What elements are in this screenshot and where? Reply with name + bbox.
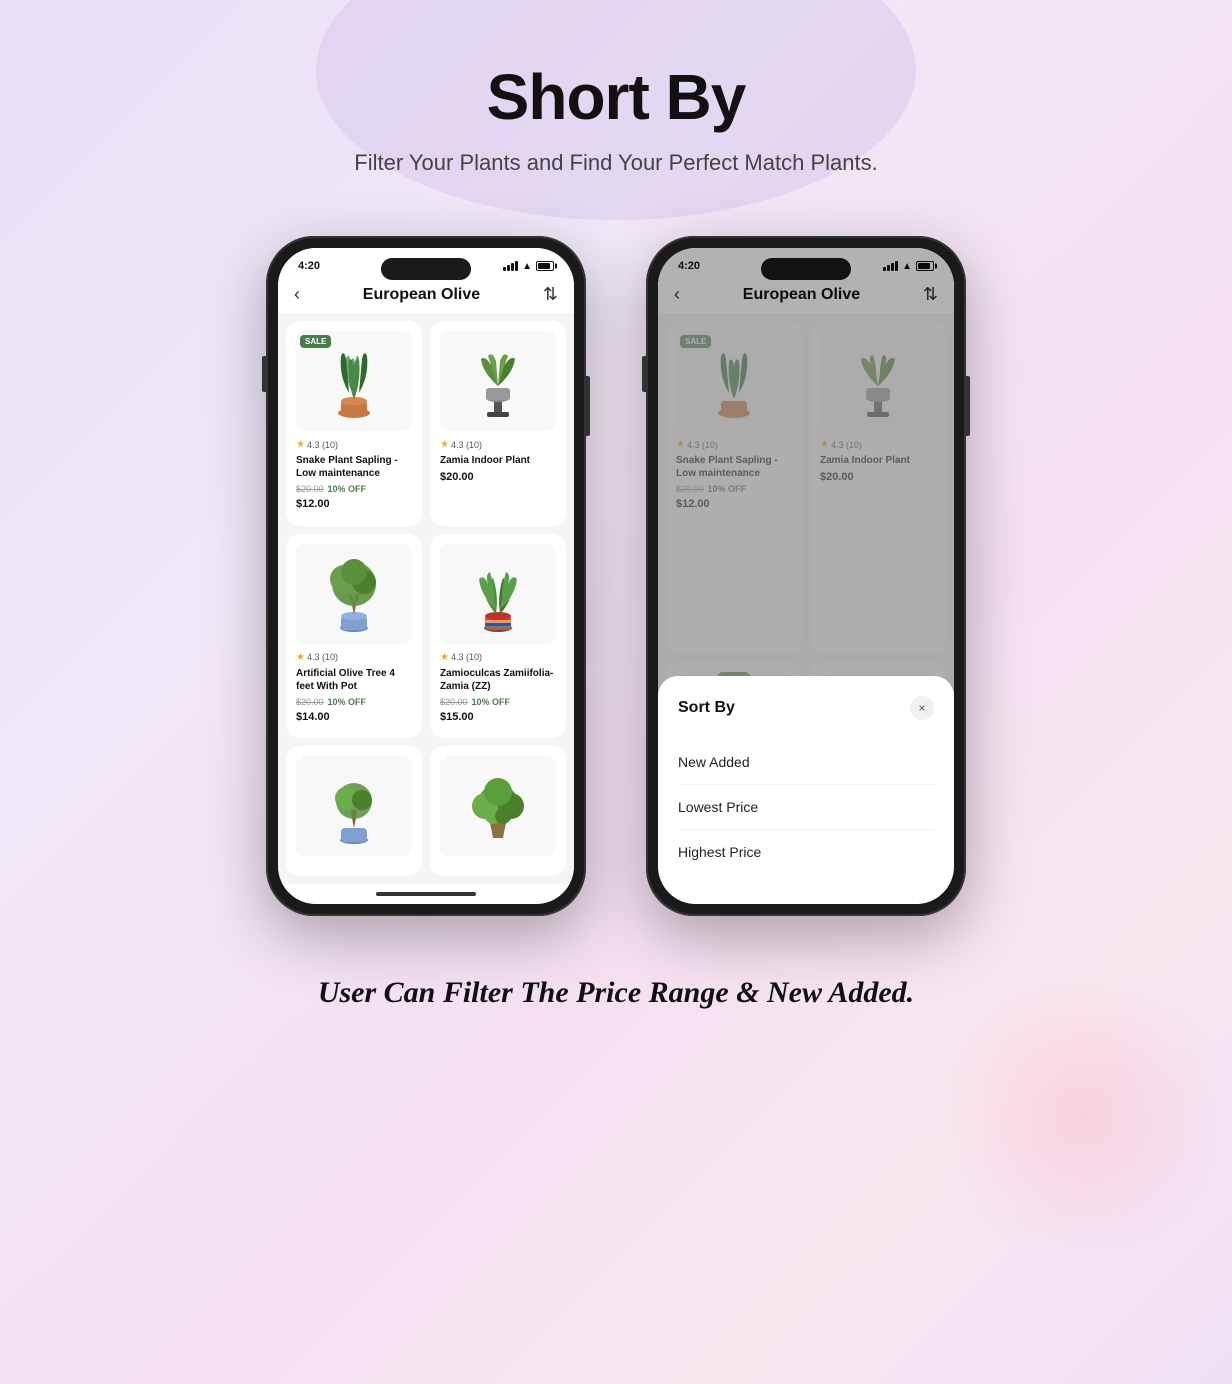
dynamic-island-left xyxy=(381,258,471,280)
discount-badge-3: 10% OFF xyxy=(328,697,367,707)
nav-title-left: European Olive xyxy=(363,286,480,304)
product-image-3 xyxy=(296,544,412,644)
plant-zz-svg xyxy=(463,554,533,634)
plant-zamia-svg xyxy=(463,341,533,421)
current-price-4: $15.00 xyxy=(440,711,556,723)
discount-badge-1: 10% OFF xyxy=(328,484,367,494)
original-price-3: $20.00 xyxy=(296,697,324,707)
product-image-4 xyxy=(440,544,556,644)
product-image-2 xyxy=(440,331,556,431)
sale-badge-1: SALE xyxy=(300,335,331,348)
sort-modal: Sort By × New Added Lowest Price Highest… xyxy=(658,676,954,904)
plant-snake-svg xyxy=(319,341,389,421)
product-image-6 xyxy=(440,756,556,856)
phone-right: 4:20 ▲ xyxy=(646,236,966,916)
original-price-4: $20.00 xyxy=(440,697,468,707)
plant-bushy-svg xyxy=(463,766,533,846)
star-icon-1: ★ xyxy=(296,439,305,450)
sort-close-button[interactable]: × xyxy=(910,696,934,720)
signal-bars-left xyxy=(503,261,518,271)
product-price-row-3: $20.00 10% OFF xyxy=(296,697,412,707)
product-name-1: Snake Plant Sapling - Low maintenance xyxy=(296,454,412,480)
product-card-3[interactable]: ★ 4.3 (10) Artificial Olive Tree 4 feet … xyxy=(286,534,422,739)
sort-option-lowest-price[interactable]: Lowest Price xyxy=(678,785,934,830)
product-card-2[interactable]: ★ 4.3 (10) Zamia Indoor Plant $20.00 xyxy=(430,321,566,526)
back-button-left[interactable]: ‹ xyxy=(294,284,300,305)
page-title: Short By xyxy=(487,60,746,134)
wifi-icon-left: ▲ xyxy=(522,261,532,272)
product-card-5[interactable] xyxy=(286,746,422,876)
product-price-row-4: $20.00 10% OFF xyxy=(440,697,556,707)
product-rating-4: ★ 4.3 (10) xyxy=(440,652,556,663)
sort-option-new-added[interactable]: New Added xyxy=(678,740,934,785)
product-card-6[interactable] xyxy=(430,746,566,876)
product-card-4[interactable]: ★ 4.3 (10) Zamioculcas Zamiifolia-Zamia … xyxy=(430,534,566,739)
current-price-2: $20.00 xyxy=(440,471,556,483)
sort-option-highest-price[interactable]: Highest Price xyxy=(678,830,934,874)
sort-icon-left[interactable]: ⇅ xyxy=(543,284,558,305)
discount-badge-4: 10% OFF xyxy=(472,697,511,707)
status-icons-left: ▲ xyxy=(503,261,554,272)
product-name-3: Artificial Olive Tree 4 feet With Pot xyxy=(296,667,412,693)
sort-modal-overlay: Sort By × New Added Lowest Price Highest… xyxy=(658,248,954,904)
star-icon-4: ★ xyxy=(440,652,449,663)
star-icon-2: ★ xyxy=(440,439,449,450)
sort-modal-header: Sort By × xyxy=(678,696,934,720)
page-subtitle: Filter Your Plants and Find Your Perfect… xyxy=(354,150,877,176)
home-indicator-left xyxy=(278,884,574,904)
product-name-2: Zamia Indoor Plant xyxy=(440,454,556,467)
original-price-1: $20.00 xyxy=(296,484,324,494)
product-grid-left: SALE xyxy=(278,313,574,884)
bottom-caption: User Can Filter The Price Range & New Ad… xyxy=(318,976,914,1010)
product-card-1[interactable]: SALE xyxy=(286,321,422,526)
phones-container: 4:20 ▲ xyxy=(266,236,966,916)
product-image-5 xyxy=(296,756,412,856)
phone-left: 4:20 ▲ xyxy=(266,236,586,916)
battery-icon-left xyxy=(536,261,554,271)
current-price-1: $12.00 xyxy=(296,498,412,510)
plant-olive-svg xyxy=(319,554,389,634)
product-name-4: Zamioculcas Zamiifolia-Zamia (ZZ) xyxy=(440,667,556,693)
product-price-row-1: $20.00 10% OFF xyxy=(296,484,412,494)
current-price-3: $14.00 xyxy=(296,711,412,723)
status-time-left: 4:20 xyxy=(298,260,320,272)
nav-bar-left: ‹ European Olive ⇅ xyxy=(278,276,574,313)
sort-modal-title: Sort By xyxy=(678,699,735,717)
star-icon-3: ★ xyxy=(296,652,305,663)
product-rating-3: ★ 4.3 (10) xyxy=(296,652,412,663)
plant-small-svg xyxy=(319,766,389,846)
product-rating-1: ★ 4.3 (10) xyxy=(296,439,412,450)
product-rating-2: ★ 4.3 (10) xyxy=(440,439,556,450)
